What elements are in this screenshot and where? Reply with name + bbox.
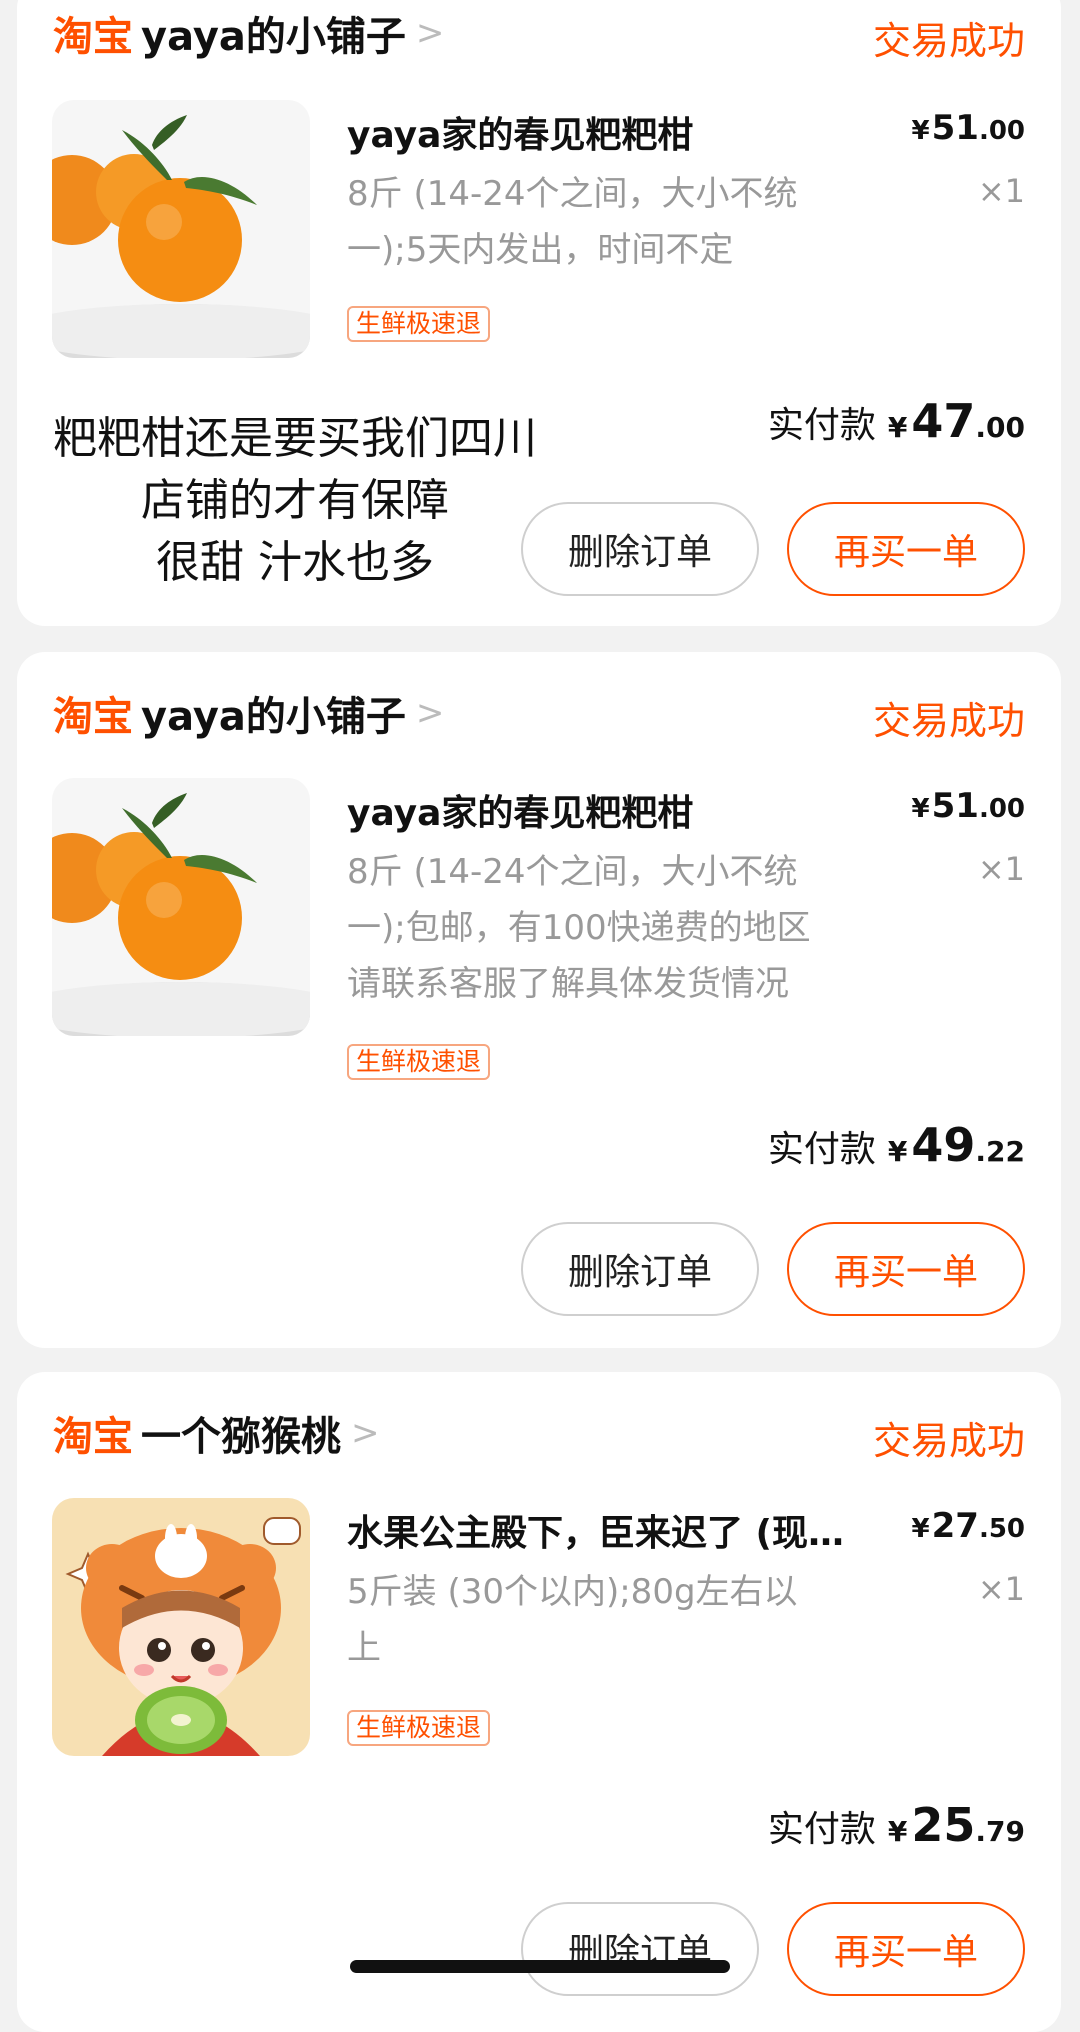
shop-name: 一个猕猴桃 [141, 1414, 341, 1460]
shop-header[interactable]: 淘宝 yaya的小铺子 > [53, 688, 445, 740]
product-title[interactable]: yaya家的春见粑粑柑 [347, 106, 897, 158]
chevron-right-icon: > [415, 13, 445, 53]
currency-symbol: ¥ [911, 794, 930, 824]
product-title[interactable]: yaya家的春见粑粑柑 [347, 784, 897, 836]
product-title[interactable]: 水果公主殿下，臣来迟了 (现… [347, 1504, 897, 1556]
paid-decimal: .00 [975, 411, 1025, 444]
delete-order-button[interactable]: 删除订单 [521, 1902, 759, 1996]
order-card[interactable]: 淘宝 yaya的小铺子 > 交易成功 yaya家的春见粑粑柑 ¥51.00 8斤… [17, 652, 1061, 1348]
paid-amount: 实付款 ¥25.79 [768, 1798, 1025, 1852]
caption-line: 粑粑柑还是要买我们四川 [53, 413, 537, 464]
price-decimal: .50 [978, 1514, 1025, 1544]
caption-overlay: 粑粑柑还是要买我们四川 店铺的才有保障 很甜 汁水也多 [10, 408, 580, 594]
kiwi-girl-illustration-icon [52, 1498, 310, 1756]
price-integer: 27 [931, 1506, 979, 1546]
caption-line: 店铺的才有保障 [141, 475, 449, 526]
spec-line: 一);5天内发出，时间不定 [347, 230, 734, 270]
product-thumbnail[interactable] [52, 778, 310, 1036]
spec-line: 8斤 (14-24个之间，大小不统 [347, 852, 798, 892]
quantity: ×1 [977, 850, 1025, 888]
paid-integer: 47 [911, 394, 976, 448]
delete-order-button[interactable]: 删除订单 [521, 1222, 759, 1316]
product-spec: 5斤装 (30个以内);80g左右以 上 [347, 1564, 907, 1676]
orange-fruit-photo-icon [52, 100, 310, 358]
fresh-refund-badge: 生鲜极速退 [347, 1710, 491, 1746]
price-integer: 51 [931, 108, 979, 148]
order-status: 交易成功 [872, 19, 1025, 63]
product-thumbnail[interactable] [52, 1498, 310, 1756]
shop-name: yaya的小铺子 [141, 14, 406, 60]
currency-symbol: ¥ [887, 411, 908, 444]
price-integer: 51 [931, 786, 979, 826]
shop-header[interactable]: 淘宝 一个猕猴桃 > [53, 1408, 380, 1460]
currency-symbol: ¥ [887, 1135, 908, 1168]
product-thumbnail[interactable] [52, 100, 310, 358]
paid-integer: 49 [911, 1118, 976, 1172]
shop-name: yaya的小铺子 [141, 694, 406, 740]
product-price: ¥51.00 [912, 786, 1025, 826]
home-indicator[interactable] [350, 1960, 730, 1973]
product-spec: 8斤 (14-24个之间，大小不统 一);5天内发出，时间不定 [347, 166, 907, 278]
chevron-right-icon: > [415, 693, 445, 733]
currency-symbol: ¥ [887, 1815, 908, 1848]
currency-symbol: ¥ [911, 116, 930, 146]
price-decimal: .00 [978, 116, 1025, 146]
price-decimal: .00 [978, 794, 1025, 824]
paid-integer: 25 [911, 1798, 976, 1852]
taobao-brand-label: 淘宝 [53, 1414, 133, 1460]
fresh-refund-badge: 生鲜极速退 [347, 1044, 491, 1080]
currency-symbol: ¥ [911, 1514, 930, 1544]
paid-amount: 实付款 ¥49.22 [768, 1118, 1025, 1172]
orange-fruit-photo-icon [52, 778, 310, 1036]
paid-decimal: .22 [975, 1135, 1025, 1168]
spec-line: 一);包邮，有100快递费的地区 [347, 908, 811, 948]
paid-label: 实付款 [767, 405, 876, 446]
spec-line: 上 [347, 1628, 381, 1668]
spec-line: 请联系客服了解具体发货情况 [347, 964, 789, 1004]
paid-label: 实付款 [767, 1129, 876, 1170]
buy-again-button[interactable]: 再买一单 [787, 1902, 1025, 1996]
quantity: ×1 [977, 172, 1025, 210]
paid-amount: 实付款 ¥47.00 [768, 394, 1025, 448]
shop-header[interactable]: 淘宝 yaya的小铺子 > [53, 8, 445, 60]
product-price: ¥51.00 [912, 108, 1025, 148]
fresh-refund-badge: 生鲜极速退 [347, 306, 491, 342]
taobao-brand-label: 淘宝 [53, 14, 133, 60]
product-spec: 8斤 (14-24个之间，大小不统 一);包邮，有100快递费的地区 请联系客服… [347, 844, 907, 1012]
buy-again-button[interactable]: 再买一单 [787, 1222, 1025, 1316]
quantity: ×1 [977, 1570, 1025, 1608]
spec-line: 5斤装 (30个以内);80g左右以 [347, 1572, 798, 1612]
buy-again-button[interactable]: 再买一单 [787, 502, 1025, 596]
chevron-right-icon: > [351, 1413, 380, 1453]
order-status: 交易成功 [872, 1419, 1025, 1463]
spec-line: 8斤 (14-24个之间，大小不统 [347, 174, 798, 214]
paid-label: 实付款 [767, 1809, 876, 1850]
order-card[interactable]: 淘宝 一个猕猴桃 > 交易成功 水果公主殿下，臣来迟了 (现… ¥27.50 5… [17, 1372, 1061, 2032]
paid-decimal: .79 [975, 1815, 1025, 1848]
product-price: ¥27.50 [912, 1506, 1025, 1546]
taobao-brand-label: 淘宝 [53, 694, 133, 740]
order-status: 交易成功 [872, 699, 1025, 743]
caption-line: 很甜 汁水也多 [156, 537, 434, 588]
